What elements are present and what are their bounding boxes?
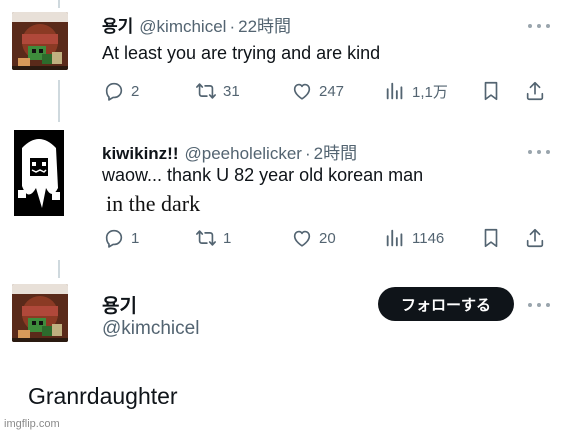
repost-count: 1 [223, 229, 232, 247]
like-button[interactable]: 247 [291, 79, 344, 103]
reply-button[interactable]: 1 [103, 226, 139, 250]
bookmark-icon [484, 228, 498, 248]
thread-line-middle [58, 80, 60, 122]
reply-count: 1 [131, 229, 140, 247]
share-icon [526, 228, 544, 248]
tweet2-separator: · [304, 144, 311, 163]
tweet2-handle[interactable]: @peeholelicker [185, 144, 302, 164]
watermark: imgflip.com [4, 418, 60, 430]
avatar-kimchicel[interactable] [12, 12, 68, 70]
reply-icon [105, 82, 123, 101]
bookmark-button[interactable] [480, 80, 502, 102]
tweet1-text: At least you are trying and are kind [102, 43, 381, 63]
tweet1-separator: · [229, 17, 236, 36]
views-icon [386, 82, 403, 100]
follow-button[interactable]: フォローする [378, 287, 514, 321]
tweet2-display-name[interactable]: kiwikinz!! [102, 144, 179, 164]
thread-line-bottom [58, 260, 60, 278]
avatar-kiwikinz[interactable] [12, 128, 66, 218]
like-count: 247 [319, 82, 345, 100]
tweet2-time[interactable]: 2時間 [314, 139, 357, 164]
tweet2-header: kiwikinz!! @peeholelicker · 2時間 [102, 139, 357, 164]
reply-count: 2 [131, 82, 140, 100]
repost-button[interactable]: 31 [195, 79, 240, 103]
repost-icon [196, 83, 216, 99]
views-button[interactable]: 1146 [384, 226, 444, 250]
more-icon[interactable] [528, 146, 550, 158]
repost-button[interactable]: 1 [195, 226, 231, 250]
avatar-kimchicel-main[interactable] [12, 284, 68, 342]
more-icon[interactable] [528, 20, 550, 32]
thread-line-top [58, 0, 60, 8]
profile-handle[interactable]: @kimchicel [102, 318, 199, 340]
heart-icon [293, 83, 311, 100]
tweet1-handle[interactable]: @kimchicel [139, 17, 226, 37]
views-button[interactable]: 1,1万 [384, 79, 448, 103]
reply-button[interactable]: 2 [103, 79, 139, 103]
heart-icon [293, 230, 311, 247]
reply-icon [105, 229, 123, 248]
views-count: 1146 [412, 229, 445, 247]
like-button[interactable]: 20 [291, 226, 336, 250]
share-icon [526, 81, 544, 101]
tweet1-display-name[interactable]: 용기 [102, 12, 133, 37]
profile-display-name[interactable]: 용기 [102, 291, 137, 318]
share-button[interactable] [524, 80, 546, 102]
more-icon[interactable] [528, 299, 550, 311]
views-count: 1,1万 [412, 83, 448, 101]
like-count: 20 [319, 229, 336, 247]
tweet1-time[interactable]: 22時間 [238, 12, 291, 37]
main-tweet-text: Granrdaughter [28, 383, 178, 409]
views-icon [386, 229, 403, 247]
share-button[interactable] [524, 227, 546, 249]
tweet2-text: waow... thank U 82 year old korean man [102, 165, 424, 185]
repost-count: 31 [223, 82, 240, 100]
repost-icon [196, 230, 216, 246]
bookmark-button[interactable] [480, 227, 502, 249]
tweet2-caption: in the dark [106, 191, 201, 216]
tweet1-header: 용기 @kimchicel · 22時間 [102, 12, 291, 37]
bookmark-icon [484, 81, 498, 101]
